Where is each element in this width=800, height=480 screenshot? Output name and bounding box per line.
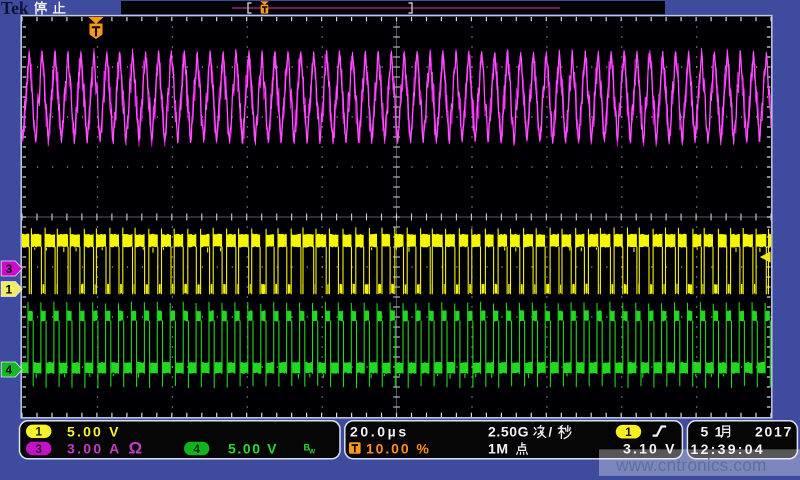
svg-text:5.00 V: 5.00 V [67, 423, 121, 439]
svg-text:1M: 1M [488, 441, 509, 457]
svg-text:5 1: 5 1 [701, 423, 724, 439]
svg-text:/: / [549, 424, 553, 439]
svg-text:3.00 A: 3.00 A [67, 441, 122, 457]
svg-text:3: 3 [5, 262, 12, 276]
svg-text:1: 1 [35, 425, 42, 439]
svg-text:3: 3 [35, 442, 42, 456]
svg-text:W: W [309, 449, 316, 456]
svg-text:4: 4 [5, 363, 12, 377]
svg-text:4: 4 [193, 442, 200, 456]
svg-text:1: 1 [625, 425, 632, 439]
svg-text:www.cntronics.com: www.cntronics.com [615, 455, 766, 475]
svg-text:2017: 2017 [755, 423, 793, 439]
svg-text:Ω: Ω [129, 439, 143, 458]
svg-text:5.00 V: 5.00 V [228, 441, 278, 457]
svg-text:20.0µs: 20.0µs [350, 423, 409, 439]
svg-text:2.50G: 2.50G [488, 423, 529, 439]
svg-text:1: 1 [5, 282, 12, 296]
svg-text:10.00 %: 10.00 % [366, 441, 431, 457]
